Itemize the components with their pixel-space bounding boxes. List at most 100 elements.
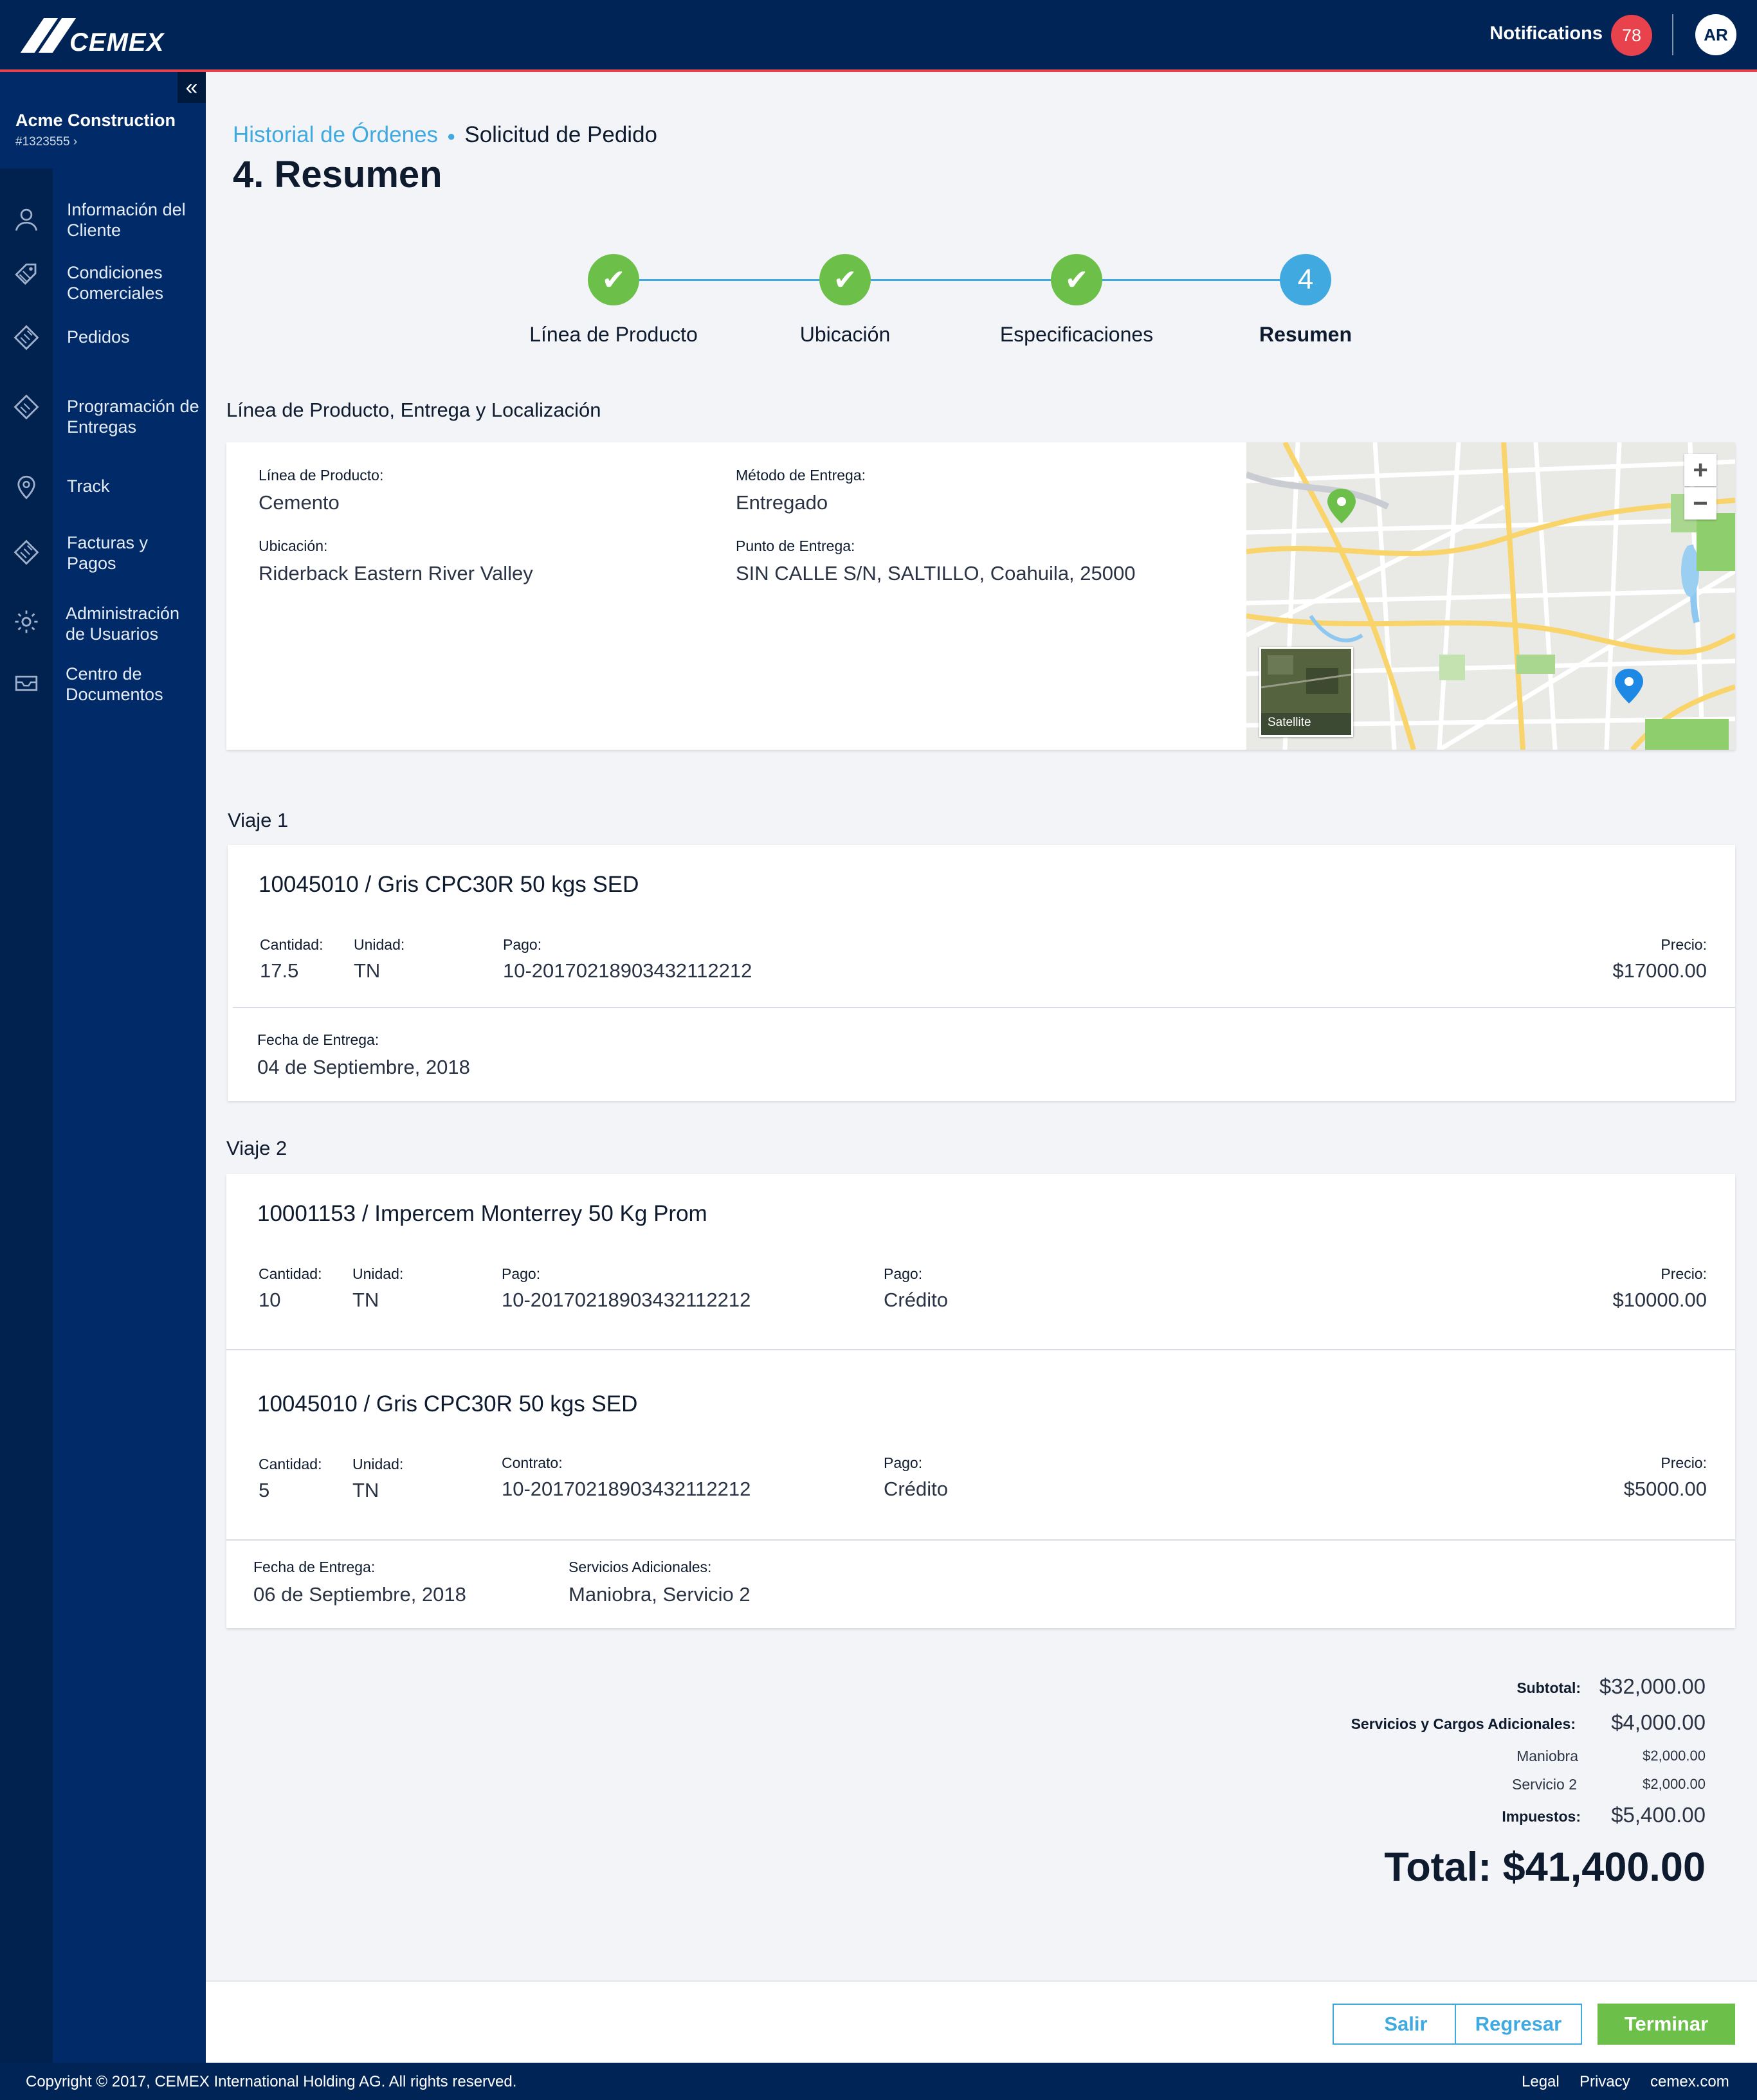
step-label[interactable]: Especificaciones [961,323,1192,347]
notifications-badge[interactable]: 78 [1611,15,1652,56]
company-id-text: #1323555 [15,135,70,149]
sidebar-item-centro-documentos[interactable]: Centro de Documentos [0,664,206,709]
payment-ref-label: Pago: [503,936,542,953]
sidebar-item-label: Track [67,476,110,496]
company-id[interactable]: #1323555 › [15,135,77,149]
cemex-logo[interactable]: CEMEX [20,15,163,57]
sidebar-item-label: Pedidos [67,327,130,347]
gear-icon [15,610,38,633]
delivery-method-label: Método de Entrega: [736,467,866,484]
item-name: 10045010 / Gris CPC30R 50 kgs SED [257,1391,638,1417]
avatar[interactable]: AR [1695,14,1736,55]
step-1-complete-circle[interactable]: ✔ [588,254,639,305]
unit-label: Unidad: [354,936,405,953]
breadcrumb: Historial de Órdenes ● Solicitud de Pedido [233,122,657,148]
trip-1-title: Viaje 1 [228,809,289,831]
layers-icon [14,539,39,565]
sidebar-icon-rail [0,168,53,2100]
sidebar-item-label: Programación de Entregas [67,397,199,437]
quantity-value: 17.5 [260,959,299,982]
payment-ref-value: 10-20170218903432112212 [502,1289,751,1311]
satellite-label: Satellite [1268,716,1311,729]
zoom-out-button[interactable]: − [1684,487,1716,520]
chevron-right-icon: › [73,135,78,149]
subtotal-value: $32,000.00 [1599,1674,1706,1698]
unit-value: TN [354,959,381,982]
sidebar-item-informacion-cliente[interactable]: Información del Cliente [0,198,206,243]
delivery-date-label: Fecha de Entrega: [253,1559,376,1575]
legal-link[interactable]: Legal [1522,2073,1560,2091]
back-button[interactable]: Regresar [1455,2004,1582,2045]
cemex-site-link[interactable]: cemex.com [1650,2073,1729,2091]
extra-item-value: $2,000.00 [1643,1776,1706,1792]
layers-icon [14,394,39,420]
company-name[interactable]: Acme Construction [15,111,176,131]
delivery-method-value: Entregado [736,491,828,514]
quantity-label: Cantidad: [259,1265,322,1282]
payment-ref-value: 10-20170218903432112212 [503,959,752,982]
unit-value: TN [352,1289,379,1311]
extra-item-value: $2,000.00 [1643,1748,1706,1764]
quantity-label: Cantidad: [260,936,323,953]
sidebar-item-label: Condiciones Comerciales [67,263,164,303]
sidebar-item-label: Información del Cliente [67,200,186,240]
unit-label: Unidad: [352,1456,404,1472]
sidebar-item-label: Centro de Documentos [66,664,163,704]
product-line-value: Cemento [259,491,340,514]
collapse-sidebar-button[interactable]: « [178,72,206,103]
location-pin-icon [17,475,35,500]
delivery-section-title: Línea de Producto, Entrega y Localizació… [226,399,601,421]
order-total: Total: $41,400.00 [1384,1845,1706,1890]
extras-value: $4,000.00 [1611,1710,1706,1734]
quantity-value: 5 [259,1479,270,1501]
step-label-active: Resumen [1259,323,1352,346]
payment-value: Crédito [884,1289,948,1311]
card-divider [226,1349,1735,1350]
step-label[interactable]: Ubicación [729,323,961,347]
step-3-complete-circle[interactable]: ✔ [1051,254,1102,305]
sidebar-item-track[interactable]: Track [0,473,206,502]
extras-label: Servicios y Cargos Adicionales: [1351,1715,1576,1732]
sidebar-item-condiciones-comerciales[interactable]: Condiciones Comerciales [0,261,206,306]
price-value: $17000.00 [1612,959,1707,982]
contract-label: Contrato: [502,1454,563,1471]
sidebar-item-programacion-entregas[interactable]: Programación de Entregas [0,394,206,439]
finish-button[interactable]: Terminar [1598,2004,1735,2045]
delivery-date-label: Fecha de Entrega: [257,1031,379,1048]
copyright-bar: Copyright © 2017, CEMEX International Ho… [0,2063,1757,2100]
zoom-in-button[interactable]: + [1684,454,1716,486]
checkmark-icon: ✔ [601,264,626,296]
notifications-label[interactable]: Notifications [1489,23,1603,44]
delivery-point-label: Punto de Entrega: [736,538,855,554]
delivery-map[interactable]: + − Satellite [1246,442,1735,750]
sidebar-item-label: Administración de Usuarios [66,604,180,644]
copyright-text: Copyright © 2017, CEMEX International Ho… [26,2073,517,2090]
privacy-link[interactable]: Privacy [1579,2073,1630,2091]
page-title: 4. Resumen [233,154,442,195]
location-label: Ubicación: [259,538,328,554]
breadcrumb-link[interactable]: Historial de Órdenes [233,122,438,147]
satellite-toggle[interactable]: Satellite [1259,647,1353,737]
step-label[interactable]: Línea de Producto [498,323,729,347]
trip-2-title: Viaje 2 [226,1137,287,1159]
contract-value: 10-20170218903432112212 [502,1478,751,1500]
sidebar-item-administracion-usuarios[interactable]: Administración de Usuarios [0,603,206,648]
user-icon [15,208,38,231]
additional-services-value: Maniobra, Servicio 2 [569,1583,751,1606]
layers-icon [14,325,39,350]
payment-label: Pago: [884,1454,923,1471]
sidebar-item-facturas-pagos[interactable]: Facturas y Pagos [0,531,206,576]
quantity-value: 10 [259,1289,281,1311]
top-divider [1672,14,1673,55]
additional-services-label: Servicios Adicionales: [569,1559,712,1575]
sidebar-item-pedidos[interactable]: Pedidos [0,324,206,352]
card-divider [233,1007,1735,1008]
step-2-complete-circle[interactable]: ✔ [819,254,871,305]
satellite-thumbnail [1261,649,1352,713]
step-4-active-circle: 4 [1280,254,1331,305]
unit-value: TN [352,1479,379,1501]
stepper-line [614,279,1306,281]
item-name: 10045010 / Gris CPC30R 50 kgs SED [259,872,639,897]
breadcrumb-separator: ● [447,127,456,144]
trip-2-card: 10001153 / Impercem Monterrey 50 Kg Prom… [226,1174,1735,1628]
